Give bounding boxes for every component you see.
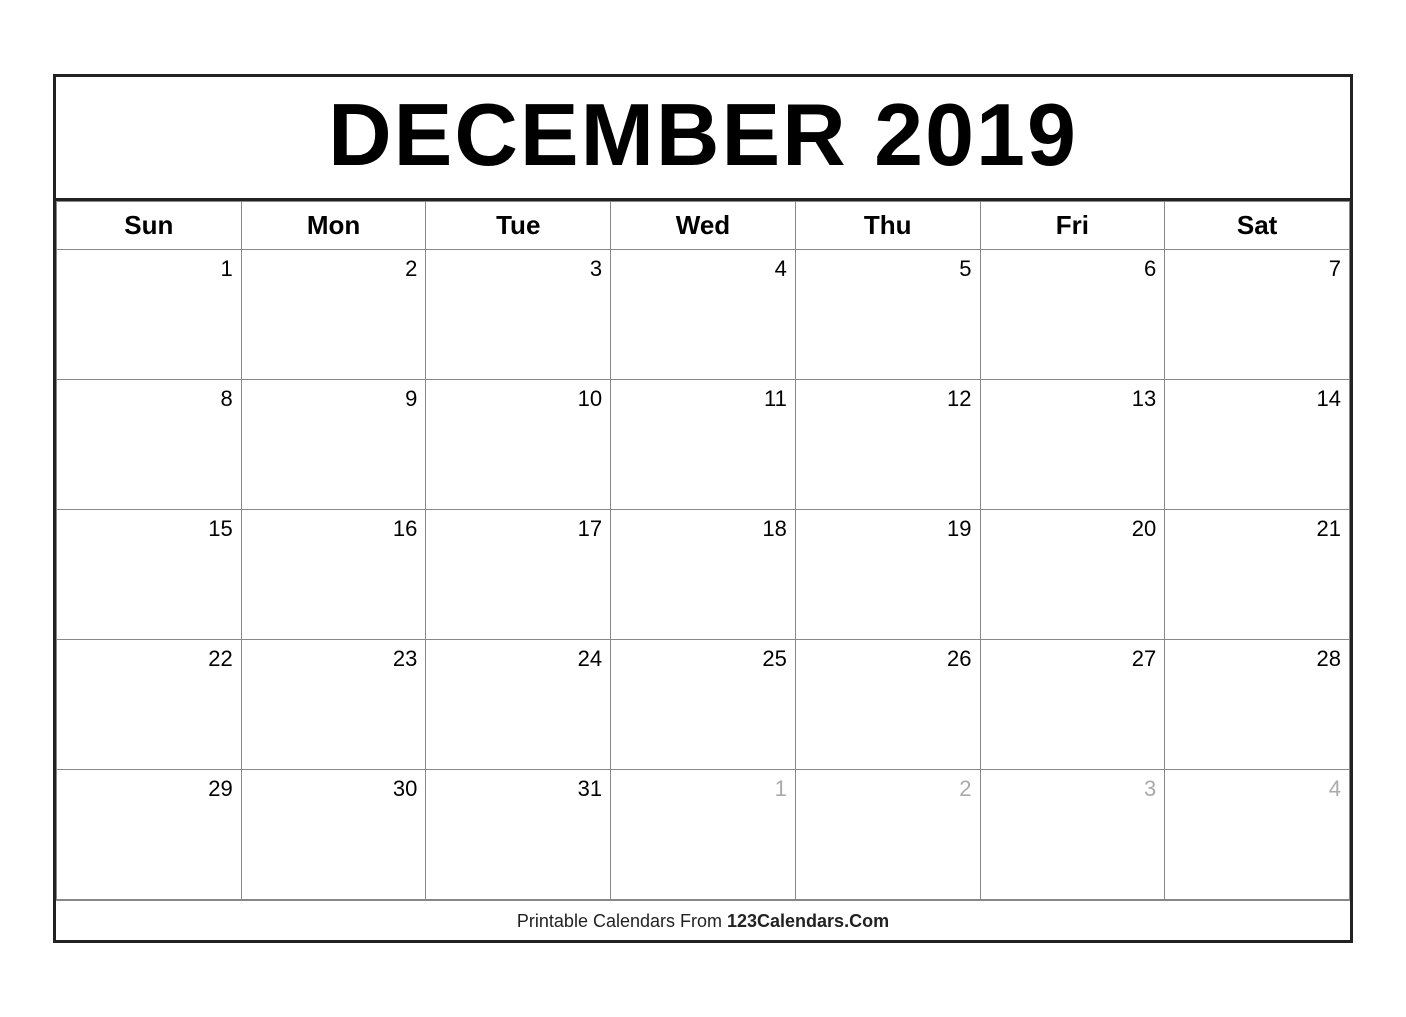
day-number: 16 — [250, 516, 418, 542]
calendar-day-cell: 13 — [980, 379, 1165, 509]
day-number: 23 — [250, 646, 418, 672]
day-number: 4 — [619, 256, 787, 282]
day-number: 7 — [1173, 256, 1341, 282]
day-number: 2 — [250, 256, 418, 282]
calendar-day-cell: 25 — [611, 639, 796, 769]
header-fri: Fri — [980, 201, 1165, 249]
day-headers-row: Sun Mon Tue Wed Thu Fri Sat — [57, 201, 1350, 249]
day-number: 12 — [804, 386, 972, 412]
day-number: 2 — [804, 776, 972, 802]
calendar-day-cell: 19 — [795, 509, 980, 639]
calendar-footer: Printable Calendars From 123Calendars.Co… — [56, 900, 1350, 940]
calendar-day-cell: 3 — [980, 769, 1165, 899]
day-number: 19 — [804, 516, 972, 542]
day-number: 21 — [1173, 516, 1341, 542]
calendar-day-cell: 21 — [1165, 509, 1350, 639]
calendar-day-cell: 23 — [241, 639, 426, 769]
day-number: 9 — [250, 386, 418, 412]
day-number: 29 — [65, 776, 233, 802]
calendar-day-cell: 12 — [795, 379, 980, 509]
day-number: 6 — [989, 256, 1157, 282]
calendar-day-cell: 14 — [1165, 379, 1350, 509]
calendar-day-cell: 2 — [795, 769, 980, 899]
calendar-grid: Sun Mon Tue Wed Thu Fri Sat 123456789101… — [56, 201, 1350, 900]
calendar-day-cell: 30 — [241, 769, 426, 899]
calendar-day-cell: 9 — [241, 379, 426, 509]
day-number: 30 — [250, 776, 418, 802]
calendar-day-cell: 4 — [1165, 769, 1350, 899]
footer-link: 123Calendars.Com — [727, 911, 889, 931]
calendar-day-cell: 27 — [980, 639, 1165, 769]
calendar-week-4: 22 23 24 25 26 27 28 — [57, 639, 1350, 769]
day-number: 3 — [989, 776, 1157, 802]
calendar-day-cell: 16 — [241, 509, 426, 639]
calendar-day-cell: 2 — [241, 249, 426, 379]
day-number: 31 — [434, 776, 602, 802]
calendar-day-cell: 15 — [57, 509, 242, 639]
day-number: 1 — [619, 776, 787, 802]
calendar-week-1: 1234567 — [57, 249, 1350, 379]
day-number: 26 — [804, 646, 972, 672]
calendar-day-cell: 6 — [980, 249, 1165, 379]
day-number: 17 — [434, 516, 602, 542]
day-number: 3 — [434, 256, 602, 282]
calendar-day-cell: 8 — [57, 379, 242, 509]
calendar-day-cell: 29 — [57, 769, 242, 899]
calendar-day-cell: 4 — [611, 249, 796, 379]
day-number: 5 — [804, 256, 972, 282]
calendar-day-cell: 18 — [611, 509, 796, 639]
day-number: 20 — [989, 516, 1157, 542]
day-number: 10 — [434, 386, 602, 412]
day-number: 11 — [619, 386, 787, 412]
calendar-container: DECEMBER 2019 Sun Mon Tue Wed Thu Fri Sa… — [53, 74, 1353, 943]
day-number: 27 — [989, 646, 1157, 672]
calendar-day-cell: 1 — [57, 249, 242, 379]
day-number: 4 — [1173, 776, 1341, 802]
header-sun: Sun — [57, 201, 242, 249]
calendar-day-cell: 1 — [611, 769, 796, 899]
day-number: 22 — [65, 646, 233, 672]
calendar-day-cell: 24 — [426, 639, 611, 769]
calendar-day-cell: 11 — [611, 379, 796, 509]
day-number: 13 — [989, 386, 1157, 412]
day-number: 28 — [1173, 646, 1341, 672]
header-wed: Wed — [611, 201, 796, 249]
calendar-day-cell: 17 — [426, 509, 611, 639]
day-number: 14 — [1173, 386, 1341, 412]
day-number: 1 — [65, 256, 233, 282]
calendar-day-cell: 28 — [1165, 639, 1350, 769]
calendar-week-5: 29 30 31 1234 — [57, 769, 1350, 899]
day-number: 24 — [434, 646, 602, 672]
calendar-day-cell: 3 — [426, 249, 611, 379]
header-mon: Mon — [241, 201, 426, 249]
calendar-day-cell: 7 — [1165, 249, 1350, 379]
calendar-day-cell: 5 — [795, 249, 980, 379]
day-number: 15 — [65, 516, 233, 542]
day-number: 18 — [619, 516, 787, 542]
calendar-day-cell: 26 — [795, 639, 980, 769]
calendar-day-cell: 22 — [57, 639, 242, 769]
calendar-day-cell: 20 — [980, 509, 1165, 639]
day-number: 8 — [65, 386, 233, 412]
header-sat: Sat — [1165, 201, 1350, 249]
header-tue: Tue — [426, 201, 611, 249]
header-thu: Thu — [795, 201, 980, 249]
calendar-day-cell: 31 — [426, 769, 611, 899]
calendar-week-3: 15 16 17 18 19 20 21 — [57, 509, 1350, 639]
calendar-week-2: 89 10 11 12 13 14 — [57, 379, 1350, 509]
calendar-day-cell: 10 — [426, 379, 611, 509]
day-number: 25 — [619, 646, 787, 672]
footer-text: Printable Calendars From — [517, 911, 727, 931]
calendar-title: DECEMBER 2019 — [56, 77, 1350, 201]
